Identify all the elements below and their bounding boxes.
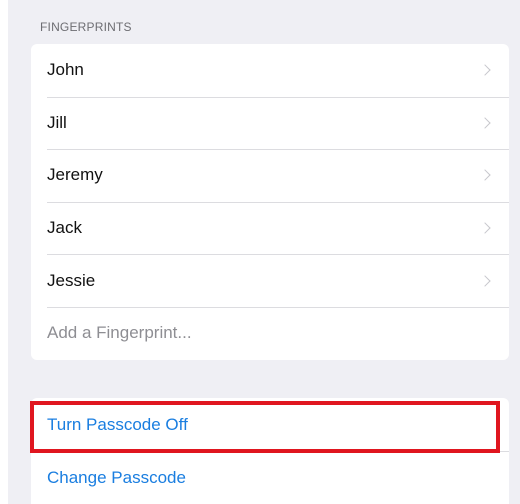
- add-fingerprint-button[interactable]: Add a Fingerprint...: [31, 306, 509, 360]
- chevron-right-icon: [479, 222, 491, 234]
- fingerprint-name: John: [47, 60, 84, 80]
- fingerprint-row-john[interactable]: John: [31, 44, 509, 97]
- fingerprint-name: Jack: [47, 218, 82, 238]
- fingerprints-list: John Jill Jeremy Jack Jessie Add a Finge…: [31, 44, 509, 360]
- fingerprint-row-jack[interactable]: Jack: [31, 201, 509, 255]
- fingerprint-row-jessie[interactable]: Jessie: [31, 254, 509, 307]
- add-fingerprint-label: Add a Fingerprint...: [47, 323, 192, 343]
- change-passcode-label: Change Passcode: [47, 467, 186, 487]
- chevron-right-icon: [479, 275, 491, 287]
- fingerprint-row-jill[interactable]: Jill: [31, 96, 509, 150]
- turn-passcode-off-button[interactable]: Turn Passcode Off: [31, 398, 509, 451]
- fingerprint-name: Jill: [47, 112, 67, 132]
- fingerprints-section-header: FINGERPRINTS: [40, 20, 132, 34]
- fingerprint-name: Jeremy: [47, 165, 103, 185]
- turn-passcode-off-label: Turn Passcode Off: [47, 414, 188, 434]
- chevron-right-icon: [479, 117, 491, 129]
- fingerprint-row-jeremy[interactable]: Jeremy: [31, 149, 509, 202]
- change-passcode-button[interactable]: Change Passcode: [31, 451, 509, 504]
- fingerprint-name: Jessie: [47, 270, 96, 290]
- passcode-list: Turn Passcode Off Change Passcode: [31, 398, 509, 504]
- chevron-right-icon: [479, 169, 491, 182]
- chevron-right-icon: [479, 64, 491, 76]
